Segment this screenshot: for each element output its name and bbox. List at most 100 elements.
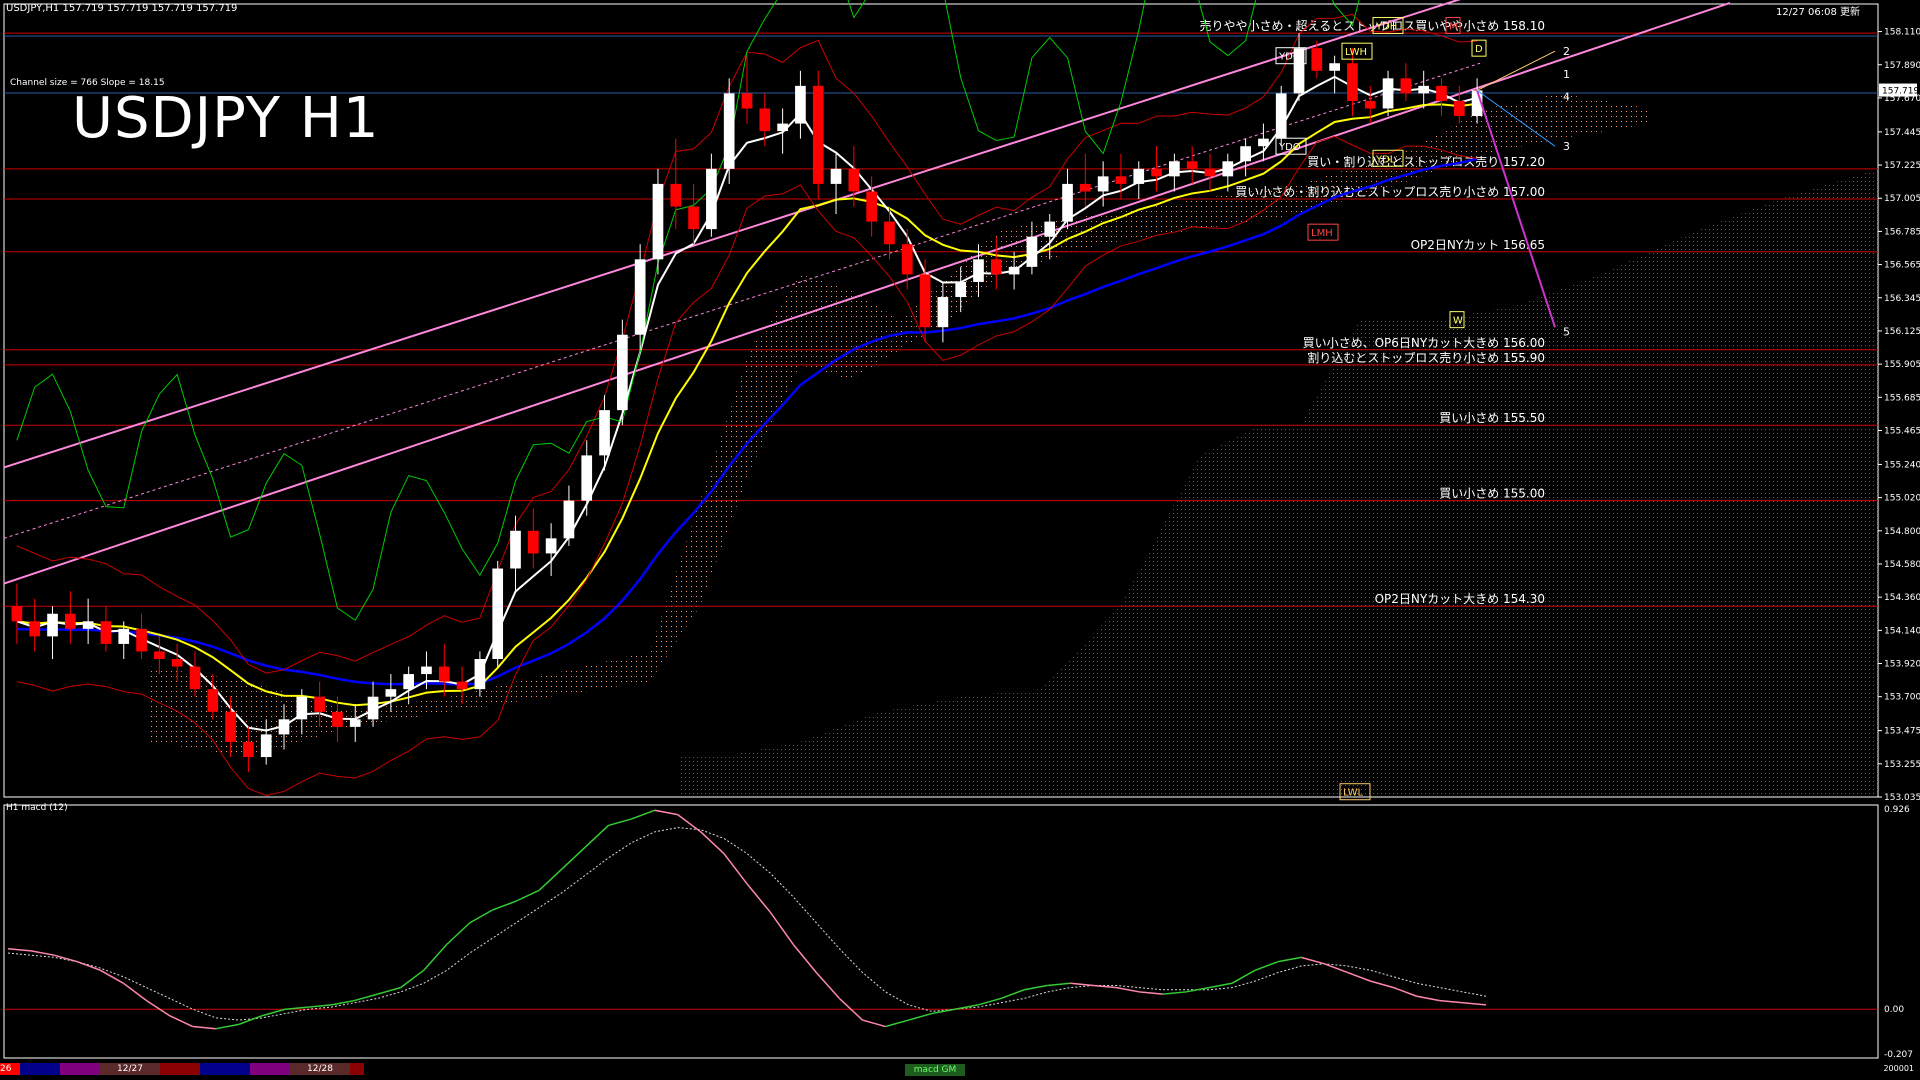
macd-segment [561, 846, 586, 870]
candle-body [225, 711, 236, 742]
reference-box-label: YDO [1278, 142, 1301, 153]
macd-segment [331, 999, 355, 1006]
price-tick-label: 157.225 [1884, 161, 1920, 171]
macd-segment [977, 997, 1002, 1006]
price-tick-label: 155.020 [1884, 494, 1920, 504]
macd-segment [1000, 989, 1025, 1000]
macd-segment [746, 883, 771, 913]
macd-segment [169, 1015, 194, 1028]
macd-segment [908, 1012, 932, 1021]
macd-segment [354, 993, 378, 1002]
candle-body [189, 666, 201, 690]
macd-segment [1393, 986, 1417, 997]
candle-body [652, 183, 664, 260]
price-tick-label: 156.785 [1884, 227, 1920, 237]
candle-body [955, 281, 967, 298]
candle-body [349, 719, 361, 727]
timebar-label: 12/27 [100, 1063, 160, 1075]
candle-body [385, 689, 397, 697]
macd-segment [1254, 960, 1279, 972]
candle-body [136, 628, 147, 652]
macd-panel: 0.926 0.00 -0.207 [4, 805, 1913, 1060]
macd-segment [1070, 982, 1094, 987]
candle-body [723, 93, 735, 169]
macd-segment [77, 960, 101, 972]
price-tick-label: 157.890 [1884, 61, 1920, 71]
candle-body [403, 674, 415, 690]
price-tick-label: 153.700 [1884, 693, 1920, 703]
reference-box-label: LMH [1311, 228, 1333, 239]
timebar-segment [350, 1063, 364, 1075]
candle-body [919, 274, 931, 328]
candle-body [563, 500, 575, 539]
timebar-label: 12/28 [290, 1063, 350, 1075]
candle-body [830, 168, 842, 184]
candle-body [1133, 168, 1145, 184]
candle-body [367, 696, 379, 720]
candle-body [1169, 161, 1180, 177]
candle-body [1026, 236, 1038, 267]
reference-box-label: YDH [1375, 22, 1397, 33]
candle-body [243, 741, 254, 758]
macd-tick-label: -0.207 [1884, 1050, 1913, 1060]
candle-body [1329, 63, 1340, 71]
level-label: 割り込むとストップロス売り小さめ 155.90 [1307, 350, 1545, 365]
chart-canvas: 売りやや小さめ・超えるとストップロス買いやや小さめ 158.10 買い・割り込むと… [3, 0, 1920, 1060]
price-tick-label: 153.920 [1884, 660, 1920, 670]
macd-segment [769, 911, 794, 945]
timebar-segment [20, 1063, 60, 1075]
macd-segment [192, 1025, 216, 1030]
macd-segment [815, 971, 840, 999]
macd-segment [1462, 1002, 1487, 1006]
candle-body [1186, 161, 1198, 169]
candle-body [456, 681, 468, 690]
candle-body [11, 606, 23, 622]
price-tick-label: 157.005 [1884, 194, 1920, 204]
timebar-segment [160, 1063, 200, 1075]
projection-label: 4 [1563, 90, 1570, 103]
candle-body [314, 696, 325, 712]
candle-body [1062, 183, 1073, 222]
price-tick-label: 156.565 [1884, 261, 1920, 271]
macd-segment [1439, 999, 1463, 1004]
macd-segment [238, 1015, 263, 1026]
level-label: 買い小さめ 155.00 [1439, 487, 1545, 501]
current-price-label: 157.719 [1882, 87, 1919, 97]
candle-body [1222, 161, 1234, 177]
projection-label: 3 [1563, 140, 1570, 153]
timebar-label: 26 [0, 1063, 20, 1075]
candle-body [492, 568, 504, 659]
macd-title: H1 macd (12) [6, 803, 68, 813]
candle-body [1436, 85, 1447, 101]
macd-segment [1416, 995, 1440, 1002]
candle-body [812, 85, 824, 184]
candle-body [901, 244, 913, 275]
projection-label: 5 [1563, 326, 1570, 339]
candle-body [438, 666, 450, 682]
macd-segment [1139, 991, 1163, 995]
candle-body [118, 628, 130, 644]
candle-body [990, 259, 1002, 275]
macd-segment [862, 1019, 886, 1028]
macd-segment [1162, 991, 1186, 995]
price-tick-label: 155.685 [1884, 393, 1920, 403]
reference-box-label: LWL [1343, 788, 1364, 799]
candle-body [171, 658, 183, 667]
price-tick-label: 154.140 [1884, 626, 1920, 636]
candle-body [1079, 183, 1091, 192]
level-label: 買い小さめ 155.50 [1439, 411, 1545, 425]
macd-segment [1347, 971, 1371, 982]
candle-body [1311, 48, 1323, 71]
candle-body [1364, 100, 1376, 109]
candle-body [64, 613, 76, 629]
reference-box-label: M [1449, 22, 1458, 33]
price-tick-label: 154.580 [1884, 560, 1920, 570]
macd-segment [423, 943, 448, 971]
macd-segment [261, 1008, 286, 1017]
candle-body [581, 455, 593, 501]
candle-body [1418, 85, 1430, 94]
symbol-header: USDJPY,H1 157.719 157.719 157.719 157.71… [6, 3, 238, 14]
candle-body [260, 734, 272, 758]
macd-segment [515, 889, 540, 902]
macd-segment [584, 824, 609, 848]
